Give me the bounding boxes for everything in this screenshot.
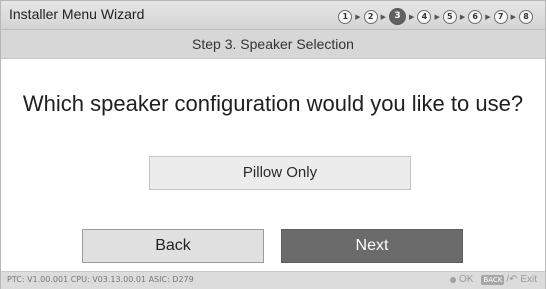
next-button[interactable]: Next [281, 229, 463, 263]
step-arrow-icon: ▶ [434, 13, 440, 21]
step-arrow-icon: ▶ [459, 13, 466, 21]
app-title: Installer Menu Wizard [9, 6, 145, 22]
key-hints: OK BACK /↶ Exit [449, 274, 537, 285]
step-2-icon: 2 [363, 9, 378, 24]
title-bar: Installer Menu Wizard 1 ▶ 2 ▶ 3 ▶ 4 ▶ 5 … [1, 1, 545, 30]
wizard-window: Installer Menu Wizard 1 ▶ 2 ▶ 3 ▶ 4 ▶ 5 … [0, 0, 546, 289]
step-title: Step 3. Speaker Selection [1, 30, 545, 59]
step-arrow-icon: ▶ [485, 13, 491, 21]
question-text: Which speaker configuration would you li… [22, 91, 524, 116]
back-button[interactable]: Back [82, 229, 264, 263]
step-8-icon: 8 [519, 9, 533, 24]
ok-button-icon [449, 276, 456, 283]
step-7-icon: 7 [493, 9, 508, 24]
step-4-icon: 4 [417, 9, 432, 24]
exit-hint: /↶ Exit [506, 274, 537, 285]
ok-hint: OK [458, 274, 474, 285]
step-arrow-icon: ▶ [409, 13, 415, 21]
step-arrow-icon: ▶ [355, 13, 361, 21]
step-arrow-icon: ▶ [380, 13, 387, 21]
step-6-icon: 6 [468, 9, 483, 24]
step-indicator: 1 ▶ 2 ▶ 3 ▶ 4 ▶ 5 ▶ 6 ▶ 7 ▶ 8 [338, 8, 533, 25]
version-info: PTC: V1.00.001 CPU: V03.13.00.01 ASIC: D… [7, 275, 194, 284]
back-key-icon: BACK [481, 274, 505, 285]
speaker-option-pillow-only[interactable]: Pillow Only [149, 156, 411, 190]
step-5-icon: 5 [442, 9, 457, 24]
step-1-icon: 1 [338, 9, 353, 24]
step-arrow-icon: ▶ [510, 13, 516, 21]
step-3-icon: 3 [389, 8, 407, 25]
status-footer: PTC: V1.00.001 CPU: V03.13.00.01 ASIC: D… [1, 271, 545, 289]
